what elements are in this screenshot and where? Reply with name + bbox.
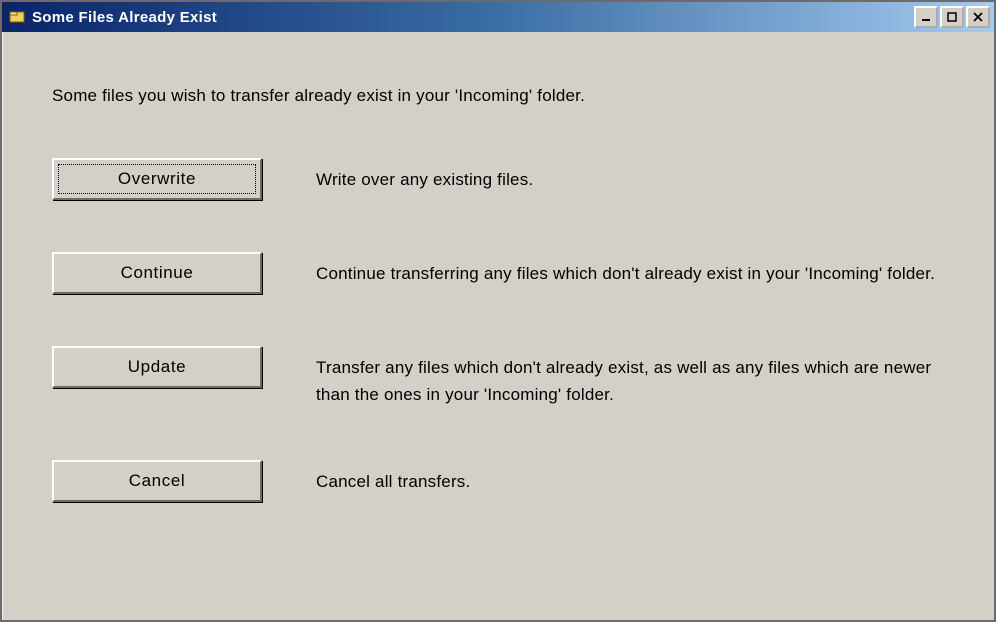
- update-button[interactable]: Update: [52, 346, 262, 388]
- continue-button[interactable]: Continue: [52, 252, 262, 294]
- action-row-cancel: Cancel Cancel all transfers.: [52, 460, 944, 502]
- app-icon: [8, 8, 26, 26]
- dialog-body: Some files you wish to transfer already …: [2, 32, 994, 532]
- window-title: Some Files Already Exist: [32, 9, 914, 26]
- action-row-update: Update Transfer any files which don't al…: [52, 346, 944, 408]
- update-description: Transfer any files which don't already e…: [316, 354, 944, 408]
- overwrite-description: Write over any existing files.: [316, 166, 944, 193]
- window-controls: [914, 6, 990, 28]
- intro-text: Some files you wish to transfer already …: [52, 86, 944, 106]
- cancel-description: Cancel all transfers.: [316, 468, 944, 495]
- continue-description: Continue transferring any files which do…: [316, 260, 944, 287]
- maximize-button[interactable]: [940, 6, 964, 28]
- minimize-button[interactable]: [914, 6, 938, 28]
- overwrite-button[interactable]: Overwrite: [52, 158, 262, 200]
- titlebar: Some Files Already Exist: [2, 2, 994, 32]
- close-button[interactable]: [966, 6, 990, 28]
- dialog-window: Some Files Already Exist Some files you …: [0, 0, 996, 622]
- action-row-overwrite: Overwrite Write over any existing files.: [52, 158, 944, 200]
- action-row-continue: Continue Continue transferring any files…: [52, 252, 944, 294]
- cancel-button[interactable]: Cancel: [52, 460, 262, 502]
